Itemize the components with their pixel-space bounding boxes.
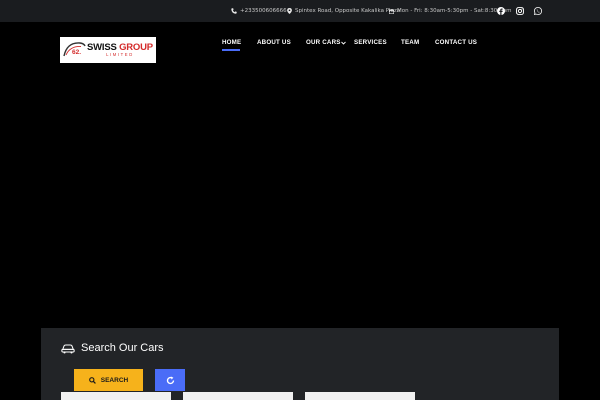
logo-mark: 62. <box>62 39 86 61</box>
nav-item-about-us[interactable]: ABOUT US <box>257 39 291 46</box>
filter-field-3[interactable] <box>305 392 415 400</box>
site-logo[interactable]: 62. SWISS GROUP LIMITED <box>60 37 156 63</box>
hero-banner <box>0 78 600 328</box>
facebook-icon[interactable] <box>496 6 506 16</box>
site-header: 62. SWISS GROUP LIMITED HOME ABOUT US OU… <box>0 22 600 78</box>
logo-wordmark: SWISS GROUP LIMITED <box>87 41 153 58</box>
phone-contact[interactable]: +233500606666 <box>231 0 287 22</box>
search-title-row: Search Our Cars <box>61 342 164 354</box>
logo-name: SWISS GROUP <box>87 41 153 53</box>
logo-number: 62. <box>72 49 82 56</box>
search-icon <box>88 376 96 384</box>
search-button[interactable]: SEARCH <box>74 369 143 391</box>
instagram-icon[interactable] <box>515 6 525 16</box>
hours-info: Mon - Fri: 8:30am-5:30pm - Sat:8:30-3pm <box>389 0 512 22</box>
search-button-label: SEARCH <box>100 376 129 384</box>
filter-field-1[interactable] <box>61 392 171 400</box>
logo-group: GROUP <box>119 41 153 53</box>
logo-limited: LIMITED <box>106 52 134 58</box>
nav-active-indicator <box>222 49 240 51</box>
top-info-bar: +233500606666 Spintex Road, Opposite Kak… <box>0 0 600 22</box>
car-icon <box>61 343 75 353</box>
phone-number: +233500606666 <box>240 8 287 14</box>
address-info: Spintex Road, Opposite Kakalika Plaza <box>287 0 400 22</box>
search-title: Search Our Cars <box>81 342 164 354</box>
hours-text: Mon - Fri: 8:30am-5:30pm - Sat:8:30-3pm <box>397 8 512 14</box>
calendar-icon <box>389 8 394 14</box>
filter-field-2[interactable] <box>183 392 293 400</box>
reset-button[interactable] <box>155 369 185 391</box>
logo-swiss: SWISS <box>87 41 117 53</box>
chevron-down-icon[interactable] <box>341 40 346 47</box>
phone-icon <box>231 8 237 14</box>
nav-item-team[interactable]: TEAM <box>401 39 419 46</box>
nav-item-our-cars[interactable]: OUR CARS <box>306 39 341 46</box>
nav-item-services[interactable]: SERVICES <box>354 39 387 46</box>
map-marker-icon <box>287 8 292 14</box>
refresh-icon <box>166 376 174 384</box>
whatsapp-icon[interactable] <box>533 6 543 16</box>
nav-item-contact-us[interactable]: CONTACT US <box>435 39 477 46</box>
nav-item-home[interactable]: HOME <box>222 39 241 46</box>
address-text: Spintex Road, Opposite Kakalika Plaza <box>295 8 401 14</box>
car-search-panel: Search Our Cars SEARCH <box>41 328 559 400</box>
